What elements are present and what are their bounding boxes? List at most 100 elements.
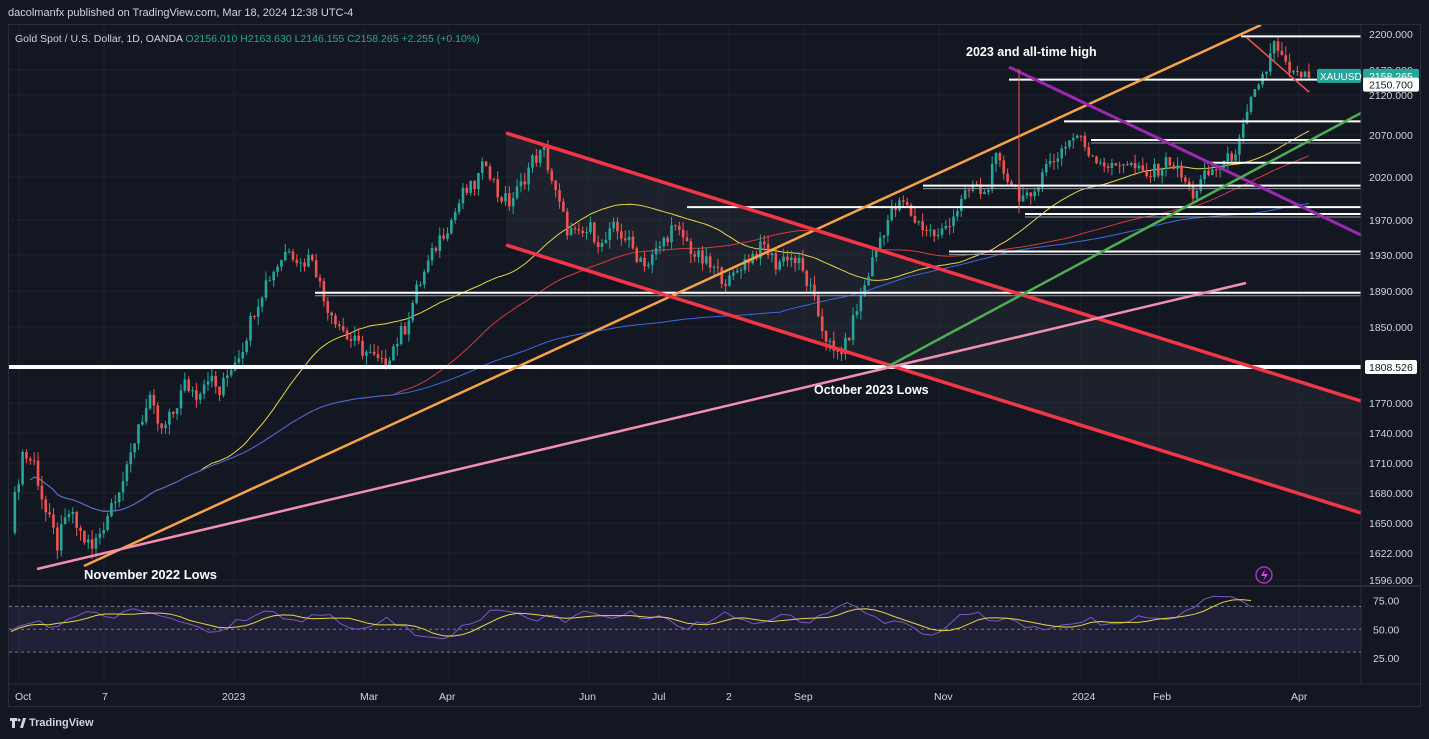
candle-body xyxy=(129,452,133,465)
candle-body xyxy=(1160,168,1164,176)
price-tick-label: 1740.000 xyxy=(1369,428,1413,440)
time-tick-label: Oct xyxy=(15,691,31,703)
candle-body xyxy=(724,284,727,286)
candle-body xyxy=(647,264,650,267)
candle-body xyxy=(963,190,967,200)
candle-body xyxy=(666,237,669,243)
candle-body xyxy=(554,180,557,190)
level-tag-label: 2150.700 xyxy=(1369,80,1413,92)
candle-body xyxy=(1079,135,1083,137)
price-tick-label: 1808.526 xyxy=(1369,362,1413,374)
candle-body xyxy=(693,254,697,257)
candle-body xyxy=(1002,160,1006,174)
candle-body xyxy=(450,220,453,234)
chart-frame[interactable]: 2023 and all-time high October 2023 Lows N… xyxy=(8,24,1421,707)
price-tick-label: 1930.000 xyxy=(1369,250,1413,262)
candle-body xyxy=(1241,123,1245,138)
candle-body xyxy=(334,315,337,325)
candle-body xyxy=(287,251,291,253)
candle-body xyxy=(1102,162,1106,167)
candle-body xyxy=(164,424,167,429)
candle-body xyxy=(662,237,666,247)
candle-body xyxy=(1230,153,1233,161)
candle-body xyxy=(353,335,357,341)
candle-body xyxy=(1129,162,1133,165)
candle-body xyxy=(728,275,731,286)
time-tick-label: Mar xyxy=(360,691,379,703)
price-chart[interactable]: 2023 and all-time high October 2023 Lows N… xyxy=(9,25,1421,707)
candle-body xyxy=(330,312,333,316)
candle-body xyxy=(86,539,90,543)
candle-body xyxy=(368,351,372,353)
candle-body xyxy=(732,272,735,276)
candle-body xyxy=(341,326,345,331)
candle-body xyxy=(670,225,673,243)
candle-body xyxy=(778,261,782,270)
candle-body xyxy=(264,280,268,298)
candle-body xyxy=(469,180,472,193)
rsi-tick-label: 25.00 xyxy=(1373,653,1399,665)
candle-body xyxy=(581,230,585,233)
candle-body xyxy=(349,339,353,341)
candle-body xyxy=(388,360,391,366)
candle-body xyxy=(79,527,82,531)
candle-body xyxy=(1296,70,1299,72)
candle-body xyxy=(689,241,693,255)
candle-body xyxy=(1052,161,1056,163)
candle-body xyxy=(1075,135,1079,138)
candle-body xyxy=(921,221,924,231)
candle-body xyxy=(1276,41,1280,51)
candle-body xyxy=(280,260,283,267)
candle-body xyxy=(191,390,194,392)
candle-body xyxy=(125,464,129,482)
candle-body xyxy=(674,225,677,227)
candle-body xyxy=(187,379,190,392)
candle-body xyxy=(210,375,214,382)
candle-body xyxy=(1284,55,1288,62)
candle-body xyxy=(1106,166,1110,168)
price-tick-label: 1970.000 xyxy=(1369,215,1413,227)
candle-body xyxy=(635,248,639,262)
time-tick-label: Feb xyxy=(1153,691,1171,703)
candle-body xyxy=(898,200,901,211)
price-tick-label: 1890.000 xyxy=(1369,286,1413,298)
candle-body xyxy=(121,481,125,493)
candle-body xyxy=(793,257,797,264)
candle-body xyxy=(446,233,449,239)
candle-body xyxy=(511,198,515,207)
candle-body xyxy=(650,254,654,265)
candle-body xyxy=(631,236,635,249)
candle-body xyxy=(1214,169,1218,171)
long-pink-trendline xyxy=(36,281,1247,571)
candle-body xyxy=(596,242,600,248)
time-tick-label: Apr xyxy=(439,691,456,703)
candle-body xyxy=(365,352,368,356)
candle-body xyxy=(1068,140,1071,147)
candle-body xyxy=(1211,169,1214,175)
candle-body xyxy=(260,297,264,307)
candle-body xyxy=(283,251,287,261)
rsi-tick-label: 75.00 xyxy=(1373,596,1399,608)
candle-body xyxy=(1249,96,1253,112)
candle-body xyxy=(1172,165,1176,169)
candle-body xyxy=(338,324,341,327)
candle-body xyxy=(1110,162,1114,168)
candle-body xyxy=(1203,170,1206,180)
candle-body xyxy=(237,358,241,363)
price-tick-label: 2070.000 xyxy=(1369,130,1413,142)
candle-body xyxy=(299,262,303,264)
candle-body xyxy=(967,190,971,192)
candle-body xyxy=(295,259,299,264)
candle-body xyxy=(639,257,642,262)
candle-body xyxy=(824,330,828,342)
candle-body xyxy=(94,537,98,549)
price-tick-label: 2120.000 xyxy=(1369,90,1413,102)
candle-body xyxy=(249,315,252,341)
candle-body xyxy=(681,229,685,238)
candle-body xyxy=(1156,164,1160,176)
candle-body xyxy=(17,484,21,493)
tradingview-logo-icon xyxy=(10,718,26,728)
candle-body xyxy=(762,241,766,245)
candle-body xyxy=(32,460,36,462)
candle-body xyxy=(75,511,78,528)
